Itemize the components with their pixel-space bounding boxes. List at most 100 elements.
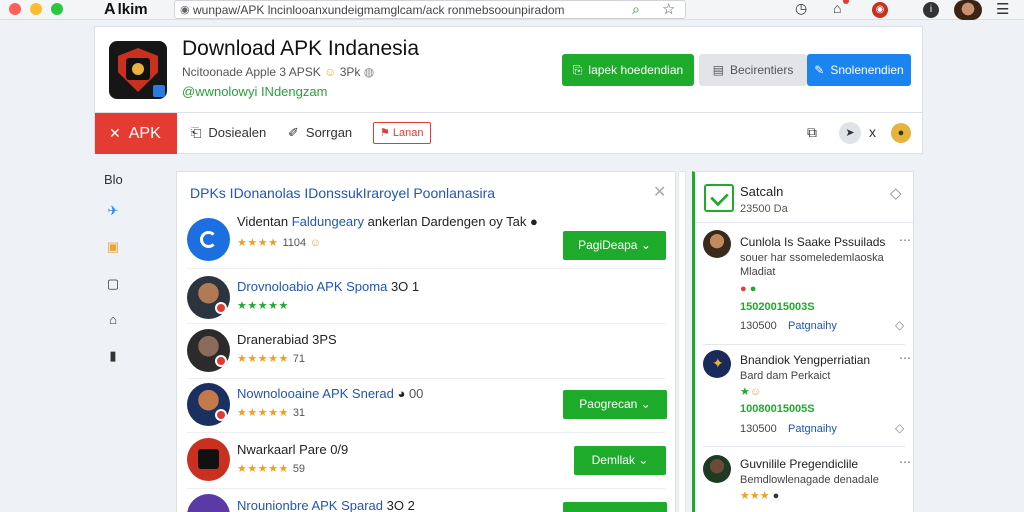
row-avatar xyxy=(187,218,230,261)
rating: ★★★★★ xyxy=(237,300,289,312)
user-avatar[interactable] xyxy=(954,0,982,20)
list-item-name[interactable]: Drovnoloabio APK Spoma 3O 1 xyxy=(237,279,419,294)
primary-download-button[interactable]: ⎘ lapek hoedendian xyxy=(562,54,694,86)
side-item-name[interactable]: Bnandiok Yengperriatian xyxy=(740,353,870,367)
app-handle[interactable]: @wwnolowyi INdengzam xyxy=(182,84,327,99)
badge-icon xyxy=(215,355,227,367)
list-item-name[interactable]: Nrounionbre APK Sparad 3O 2 xyxy=(237,498,415,512)
list-item-download-button[interactable]: PagiDeapa ⌄ xyxy=(563,231,666,260)
more-icon[interactable]: ⋯ xyxy=(899,233,911,247)
extension-icon[interactable]: ◉ xyxy=(872,2,888,18)
mail-icon xyxy=(704,184,734,212)
star-icon[interactable]: ☆ xyxy=(662,0,675,18)
code-icon[interactable]: ▣ xyxy=(104,239,122,255)
side-item-link[interactable]: Patgnaihy xyxy=(788,423,837,435)
secondary-button[interactable]: ▤ Becirentiers xyxy=(699,54,807,86)
minimize-window-button[interactable] xyxy=(30,3,42,15)
arrow-icon[interactable]: ➤ xyxy=(839,122,861,144)
side-item-value: 15020015003S xyxy=(740,301,815,313)
address-bar[interactable]: ◉ wunpaw/APK lncinlooanxundeigmamglcam/a… xyxy=(174,0,686,19)
search-icon[interactable]: ⌕ xyxy=(632,1,640,18)
lock-icon: ◉ xyxy=(180,4,190,16)
close-window-button[interactable] xyxy=(9,3,21,15)
flag-icon: ⚑ xyxy=(380,127,393,139)
list-item-name[interactable]: Videntan Faldungeary ankerlan Dardengen … xyxy=(237,214,538,229)
chevron-down-icon: ⌄ xyxy=(638,453,649,467)
side-item-name[interactable]: Cunlola Is Saake Pssuilads xyxy=(740,235,885,249)
list-item-download-button[interactable] xyxy=(563,502,667,512)
check-icon: ● xyxy=(749,283,757,295)
browser-brand: Alkim xyxy=(104,1,148,19)
tertiary-button[interactable]: ✎ Snolenendien xyxy=(807,54,911,86)
side-item-number: 130500 xyxy=(740,320,777,332)
side-avatar: ✦ xyxy=(703,350,731,378)
history-icon[interactable]: ◷ xyxy=(795,0,807,17)
status-icon: ● xyxy=(772,490,780,502)
chevron-down-icon: ⌄ xyxy=(640,238,651,252)
chevron-down-icon: ⌄ xyxy=(640,397,651,411)
help-icon: ◍ xyxy=(363,65,375,79)
more-icon[interactable]: ⋯ xyxy=(899,351,911,365)
document-icon: ▤ xyxy=(712,63,724,77)
notification-dot xyxy=(843,0,849,4)
close-icon[interactable]: ✕ xyxy=(653,182,666,202)
share-icon[interactable]: ⧉ xyxy=(807,124,817,141)
bell-icon[interactable]: ⌂ xyxy=(833,0,841,16)
nav-item-sorrgan[interactable]: ✐ Sorrgan xyxy=(288,125,352,141)
app-logo xyxy=(109,41,167,99)
home-icon[interactable]: ⌂ xyxy=(104,312,122,327)
side-item-link[interactable]: Patgnaihy xyxy=(788,320,837,332)
app-header: Download APK Indanesia Ncitoonade Apple … xyxy=(94,26,923,112)
nav-bar: ✕ APK ⎗ Dosiealen ✐ Sorrgan ⚑ Lanan ⧉ ➤ x ● xyxy=(94,112,923,154)
rating: ★★★★ 1104 ☺ xyxy=(237,237,322,249)
scrollbar[interactable] xyxy=(678,171,686,512)
twitter-icon[interactable]: ✈ xyxy=(104,203,122,219)
more-icon[interactable]: ⋯ xyxy=(899,455,911,469)
status-icons: ● ● xyxy=(740,283,756,295)
side-item-number: 130500 xyxy=(740,423,777,435)
side-panel: Satcaln 23500 Da ◇ Cunlola Is Saake Pssu… xyxy=(692,171,914,512)
list-item-name[interactable]: Nwarkaarl Pare 0/9 xyxy=(237,442,348,457)
refresh-icon xyxy=(200,231,217,248)
brand-name: lkim xyxy=(117,1,148,18)
list-item-name[interactable]: Nownolooaine APK Snerad ◕ 00 xyxy=(237,386,423,401)
app-logo-icon xyxy=(198,449,219,469)
clock-icon: ◕ xyxy=(397,386,406,401)
nav-item-dosiealen[interactable]: ⎗ Dosiealen xyxy=(191,125,266,141)
maximize-window-button[interactable] xyxy=(51,3,63,15)
nav-apk-tab[interactable]: ✕ APK xyxy=(95,113,177,154)
verified-icon xyxy=(153,85,165,97)
nav-outlined-button[interactable]: ⚑ Lanan xyxy=(373,122,431,144)
close-icon[interactable]: x xyxy=(869,124,876,140)
side-avatar xyxy=(703,455,731,483)
apk-logo-icon: ✕ xyxy=(109,125,121,141)
diamond-icon[interactable]: ◇ xyxy=(895,421,904,435)
emoji-icon: ☺ xyxy=(324,65,340,79)
rating: ★★★★★ 59 xyxy=(237,463,306,475)
bag-icon: ⎗ xyxy=(191,125,202,140)
emoji-icon: ☺ xyxy=(306,237,322,249)
box-icon[interactable]: ▢ xyxy=(104,276,122,292)
list-item-name[interactable]: Dranerabiad 3PS xyxy=(237,332,337,347)
badge-icon[interactable]: ● xyxy=(891,123,911,143)
settings-icon[interactable]: ◇ xyxy=(890,184,902,202)
list-item-download-button[interactable]: Paogrecan ⌄ xyxy=(563,390,667,419)
side-title: Satcaln xyxy=(740,184,784,199)
wallet-icon[interactable]: ▮ xyxy=(104,348,122,364)
menu-icon[interactable]: ☰ xyxy=(996,0,1009,18)
pen-icon: ✐ xyxy=(288,125,299,140)
side-item-name[interactable]: Guvnilile Pregendiclile xyxy=(740,457,858,471)
download-icon: ⎘ xyxy=(572,63,583,77)
url-text: wunpaw/APK lncinlooanxundeigmamglcam/ack… xyxy=(193,3,565,17)
info-icon[interactable]: i xyxy=(923,2,939,18)
diamond-icon[interactable]: ◇ xyxy=(895,318,904,332)
row-avatar xyxy=(187,438,230,481)
badge-icon xyxy=(215,409,227,421)
rating: ★★★★★ 71 xyxy=(237,353,306,365)
rating: ★☺ xyxy=(740,386,762,398)
rail-item-blo[interactable]: Blo xyxy=(104,172,123,187)
status-icon: ● xyxy=(530,214,538,229)
brand-logo-icon: A xyxy=(104,1,116,18)
badge-icon xyxy=(215,302,227,314)
list-item-download-button[interactable]: Demllak ⌄ xyxy=(574,446,666,475)
